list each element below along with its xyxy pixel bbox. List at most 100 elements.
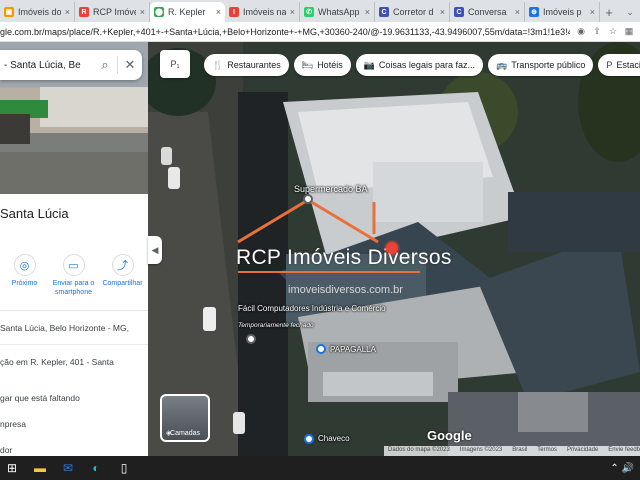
action-icon: ◎ — [13, 254, 36, 276]
search-icon[interactable]: ⌕ — [93, 53, 117, 77]
poi-pin-icon[interactable] — [303, 194, 313, 204]
tab-strip: ▣ Imóveis do × R RCP Imóveis × ⬤ R. Kepler × I Imó… — [0, 0, 640, 22]
location-icon[interactable]: ◉ — [576, 26, 586, 37]
tab-search-icon[interactable]: ⌄ — [620, 2, 640, 22]
chip-label: Coisas legais para faz... — [378, 60, 475, 70]
tab-favicon-icon: ⊕ — [529, 7, 539, 17]
tab-favicon-icon: ⬤ — [154, 7, 164, 17]
document-icon[interactable]: ▯ — [116, 460, 132, 476]
extension-icon[interactable]: ▦ — [624, 26, 634, 37]
chip-label: Hotéis — [317, 60, 343, 70]
attribution-item: Brasil — [512, 447, 528, 453]
layers-button[interactable]: ◈ Camadas — [160, 394, 210, 442]
category-chip[interactable]: 📷 Coisas legais para faz... — [355, 54, 483, 76]
poi-status: Temporariamente fechado — [238, 322, 314, 329]
tab-close-icon[interactable]: × — [65, 7, 70, 17]
chip-icon: 🚌 — [495, 59, 508, 70]
browser-tab[interactable]: ✆ WhatsApp × — [300, 2, 375, 22]
edge-icon[interactable]: ◐ — [88, 460, 104, 476]
browser-tab[interactable]: ⬤ R. Kepler × — [150, 2, 225, 22]
tab-favicon-icon: ▣ — [4, 7, 14, 17]
tab-close-icon[interactable]: × — [590, 7, 595, 17]
layers-label: Camadas — [170, 430, 200, 437]
info-line[interactable]: ção em R. Kepler, 401 - Santa — [0, 356, 114, 369]
browser-tab[interactable]: R RCP Imóveis × — [75, 2, 150, 22]
category-chip[interactable]: PEstacion — [598, 54, 640, 76]
browser-tab[interactable]: C Conversa × — [450, 2, 525, 22]
address-bar[interactable]: gle.com.br/maps/place/R.+Kepler,+401+-+S… — [0, 22, 640, 42]
windows-icon[interactable]: ⊞ — [4, 460, 20, 476]
map-attribution: Dados do mapa ©2023 Imagens ©2023 Brasil Te… — [384, 446, 640, 456]
browser-tab[interactable]: C Corretor d × — [375, 2, 450, 22]
poi-pin-icon[interactable] — [246, 334, 256, 344]
browser-tab[interactable]: ▣ Imóveis do × — [0, 2, 75, 22]
category-chip[interactable]: 🛏 Hotéis — [293, 54, 351, 76]
tab-close-icon[interactable]: × — [290, 7, 295, 17]
map-options-button[interactable]: P₁ — [160, 50, 190, 78]
place-action-button[interactable]: ◎ Próximo — [0, 254, 49, 297]
attribution-item[interactable]: Envie feedb — [608, 447, 640, 455]
place-action-button[interactable]: ▭ Enviar para o smartphone — [49, 254, 98, 297]
mail-icon[interactable]: ✉ — [60, 460, 76, 476]
chip-icon: P — [606, 60, 613, 70]
poi-label[interactable]: Chaveco — [318, 434, 350, 443]
chip-icon: 🍴 — [212, 59, 224, 70]
place-title: Santa Lúcia — [0, 206, 69, 221]
new-tab-button[interactable]: + — [600, 2, 618, 22]
chip-icon: 📷 — [363, 59, 375, 70]
taskbar: ⊞ ▬ ✉ ◐ ▯ ⌃ 🔊 — [0, 456, 640, 480]
action-label: Compartilhar — [102, 280, 143, 287]
category-chip[interactable]: 🍴 Restaurantes — [204, 54, 289, 76]
tab-close-icon[interactable]: × — [140, 7, 145, 17]
chip-label: Transporte público — [511, 60, 586, 70]
address-text: Santa Lúcia, Belo Horizonte - MG, — [0, 323, 129, 333]
action-label: Próximo — [11, 280, 38, 287]
action-icon: ⤴ — [111, 254, 134, 276]
tab-favicon-icon: R — [79, 7, 89, 17]
collapse-panel-button[interactable]: ◀ — [148, 236, 162, 264]
tab-title: Corretor d — [393, 7, 434, 17]
tab-favicon-icon: C — [379, 7, 389, 17]
tab-close-icon[interactable]: × — [440, 7, 445, 17]
info-line[interactable]: dor — [0, 444, 12, 456]
attribution-item: Imagens ©2023 — [459, 447, 503, 453]
share-icon[interactable]: ⇪ — [592, 26, 602, 37]
tab-favicon-icon: ✆ — [304, 7, 314, 17]
search-box[interactable]: - Santa Lúcia, Be ⌕ ✕ — [0, 50, 142, 80]
attribution-item[interactable]: Privacidade — [567, 447, 598, 455]
info-line[interactable]: npresa — [0, 418, 26, 431]
system-tray[interactable]: ⌃ 🔊 — [610, 463, 640, 474]
tab-favicon-icon: C — [454, 7, 464, 17]
poi-pin-icon[interactable] — [316, 344, 326, 354]
category-chips: 🍴 Restaurantes 🛏 Hotéis 📷 Coisas legais para … — [204, 54, 640, 76]
browser-tab[interactable]: I Imóveis na × — [225, 2, 300, 22]
poi-label[interactable]: Fácil Computadores Indústria e Comércio — [238, 304, 386, 313]
url-field[interactable]: gle.com.br/maps/place/R.+Kepler,+401+-+S… — [0, 27, 570, 37]
info-line[interactable]: gar que está faltando — [0, 392, 80, 405]
location-pin-icon[interactable] — [386, 242, 398, 254]
attribution-item: Dados do mapa ©2023 — [388, 447, 450, 453]
action-icon: ▭ — [62, 254, 85, 276]
category-chip[interactable]: 🚌 Transporte público — [487, 54, 594, 76]
close-icon[interactable]: ✕ — [118, 53, 142, 77]
place-actions: ◎ Próximo ▭ Enviar para o smartphone ⤴ Compar… — [0, 254, 148, 297]
action-label: Enviar para o smartphone — [52, 280, 95, 296]
browser-tab[interactable]: ⊕ Imóveis p × — [525, 2, 600, 22]
bookmark-star-icon[interactable]: ☆ — [608, 26, 618, 37]
google-logo: Google — [427, 428, 472, 443]
watermark-text: RCP Imóveis Diversos — [236, 246, 452, 269]
place-panel: - Santa Lúcia, Be ⌕ ✕ Santa Lúcia ◎ Próxi… — [0, 42, 148, 456]
tab-close-icon[interactable]: × — [365, 7, 370, 17]
poi-label[interactable]: Supermercado BA — [294, 184, 368, 194]
poi-pin-icon[interactable] — [304, 434, 314, 444]
chip-label: Estacion — [616, 60, 640, 70]
place-action-button[interactable]: ⤴ Compartilhar — [98, 254, 147, 297]
tab-title: Imóveis p — [543, 7, 582, 17]
poi-label[interactable]: PAPAGALLA — [330, 345, 376, 354]
search-input[interactable]: - Santa Lúcia, Be — [0, 60, 93, 71]
attribution-item[interactable]: Termos — [537, 447, 557, 455]
tab-close-icon[interactable]: × — [515, 7, 520, 17]
tab-close-icon[interactable]: × — [216, 7, 221, 17]
chip-icon: 🛏 — [301, 59, 314, 70]
file-explorer-icon[interactable]: ▬ — [32, 460, 48, 476]
